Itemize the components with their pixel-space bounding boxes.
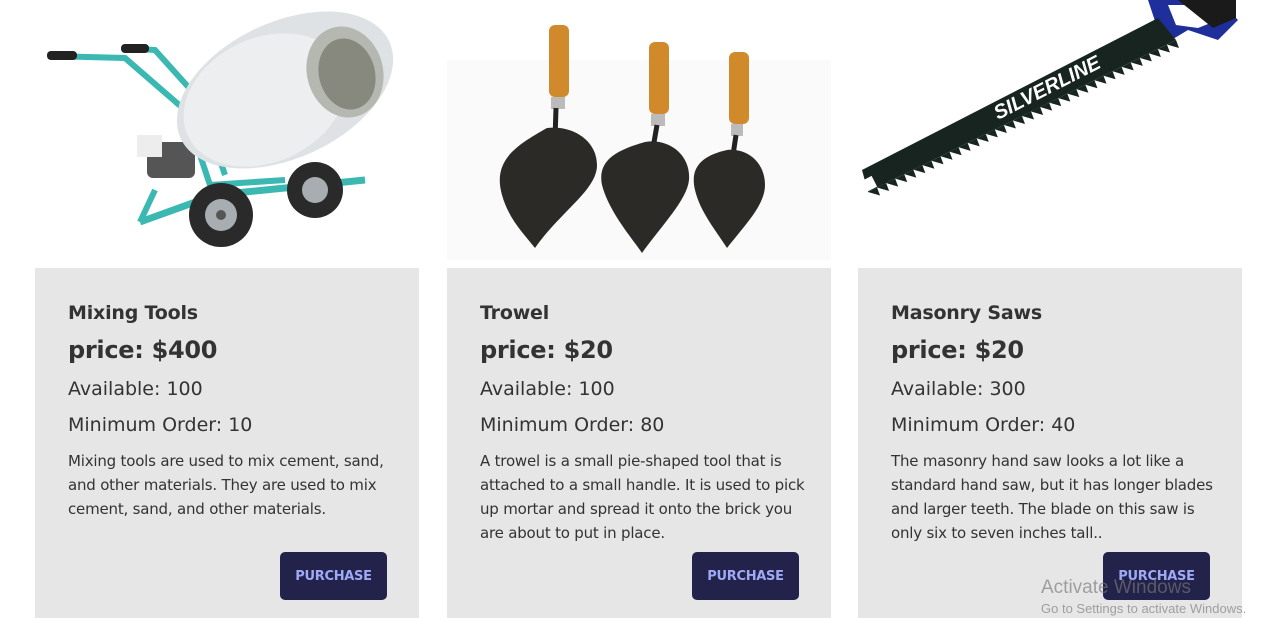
purchase-button[interactable]: PURCHASE bbox=[280, 552, 387, 600]
product-grid: Mixing Tools price: $400 Available: 100 … bbox=[0, 0, 1270, 618]
masonry-saw-image: SILVERLINE bbox=[858, 0, 1242, 268]
product-available: Available: 300 bbox=[891, 378, 1026, 400]
product-description: Mixing tools are used to mix cement, san… bbox=[68, 452, 384, 518]
product-info: Masonry Saws price: $20 Available: 300 M… bbox=[858, 268, 1242, 618]
product-description: A trowel is a small pie-shaped tool that… bbox=[480, 452, 805, 542]
product-card-masonry-saws: SILVERLINE Masonry Saws price: $20 Avail… bbox=[858, 0, 1242, 618]
product-description: The masonry hand saw looks a lot like a … bbox=[891, 452, 1213, 542]
purchase-button[interactable]: PURCHASE bbox=[692, 552, 799, 600]
product-min-order: Minimum Order: 10 bbox=[68, 414, 253, 436]
product-min-order: Minimum Order: 80 bbox=[480, 414, 665, 436]
product-available: Available: 100 bbox=[68, 378, 203, 400]
product-price: price: $400 bbox=[68, 336, 218, 364]
trowels-image bbox=[447, 0, 831, 268]
cement-mixer-image bbox=[35, 0, 419, 268]
product-title: Masonry Saws bbox=[891, 302, 1042, 324]
product-price: price: $20 bbox=[480, 336, 613, 364]
product-available: Available: 100 bbox=[480, 378, 615, 400]
product-info: Trowel price: $20 Available: 100 Minimum… bbox=[447, 268, 831, 618]
product-min-order: Minimum Order: 40 bbox=[891, 414, 1076, 436]
product-title: Trowel bbox=[480, 302, 550, 324]
product-price: price: $20 bbox=[891, 336, 1024, 364]
product-card-mixing-tools: Mixing Tools price: $400 Available: 100 … bbox=[35, 0, 419, 618]
product-card-trowel: Trowel price: $20 Available: 100 Minimum… bbox=[447, 0, 831, 618]
saw-brand-label: SILVERLINE bbox=[990, 52, 1105, 125]
product-title: Mixing Tools bbox=[68, 302, 198, 324]
purchase-button[interactable]: PURCHASE bbox=[1103, 552, 1210, 600]
product-info: Mixing Tools price: $400 Available: 100 … bbox=[35, 268, 419, 618]
